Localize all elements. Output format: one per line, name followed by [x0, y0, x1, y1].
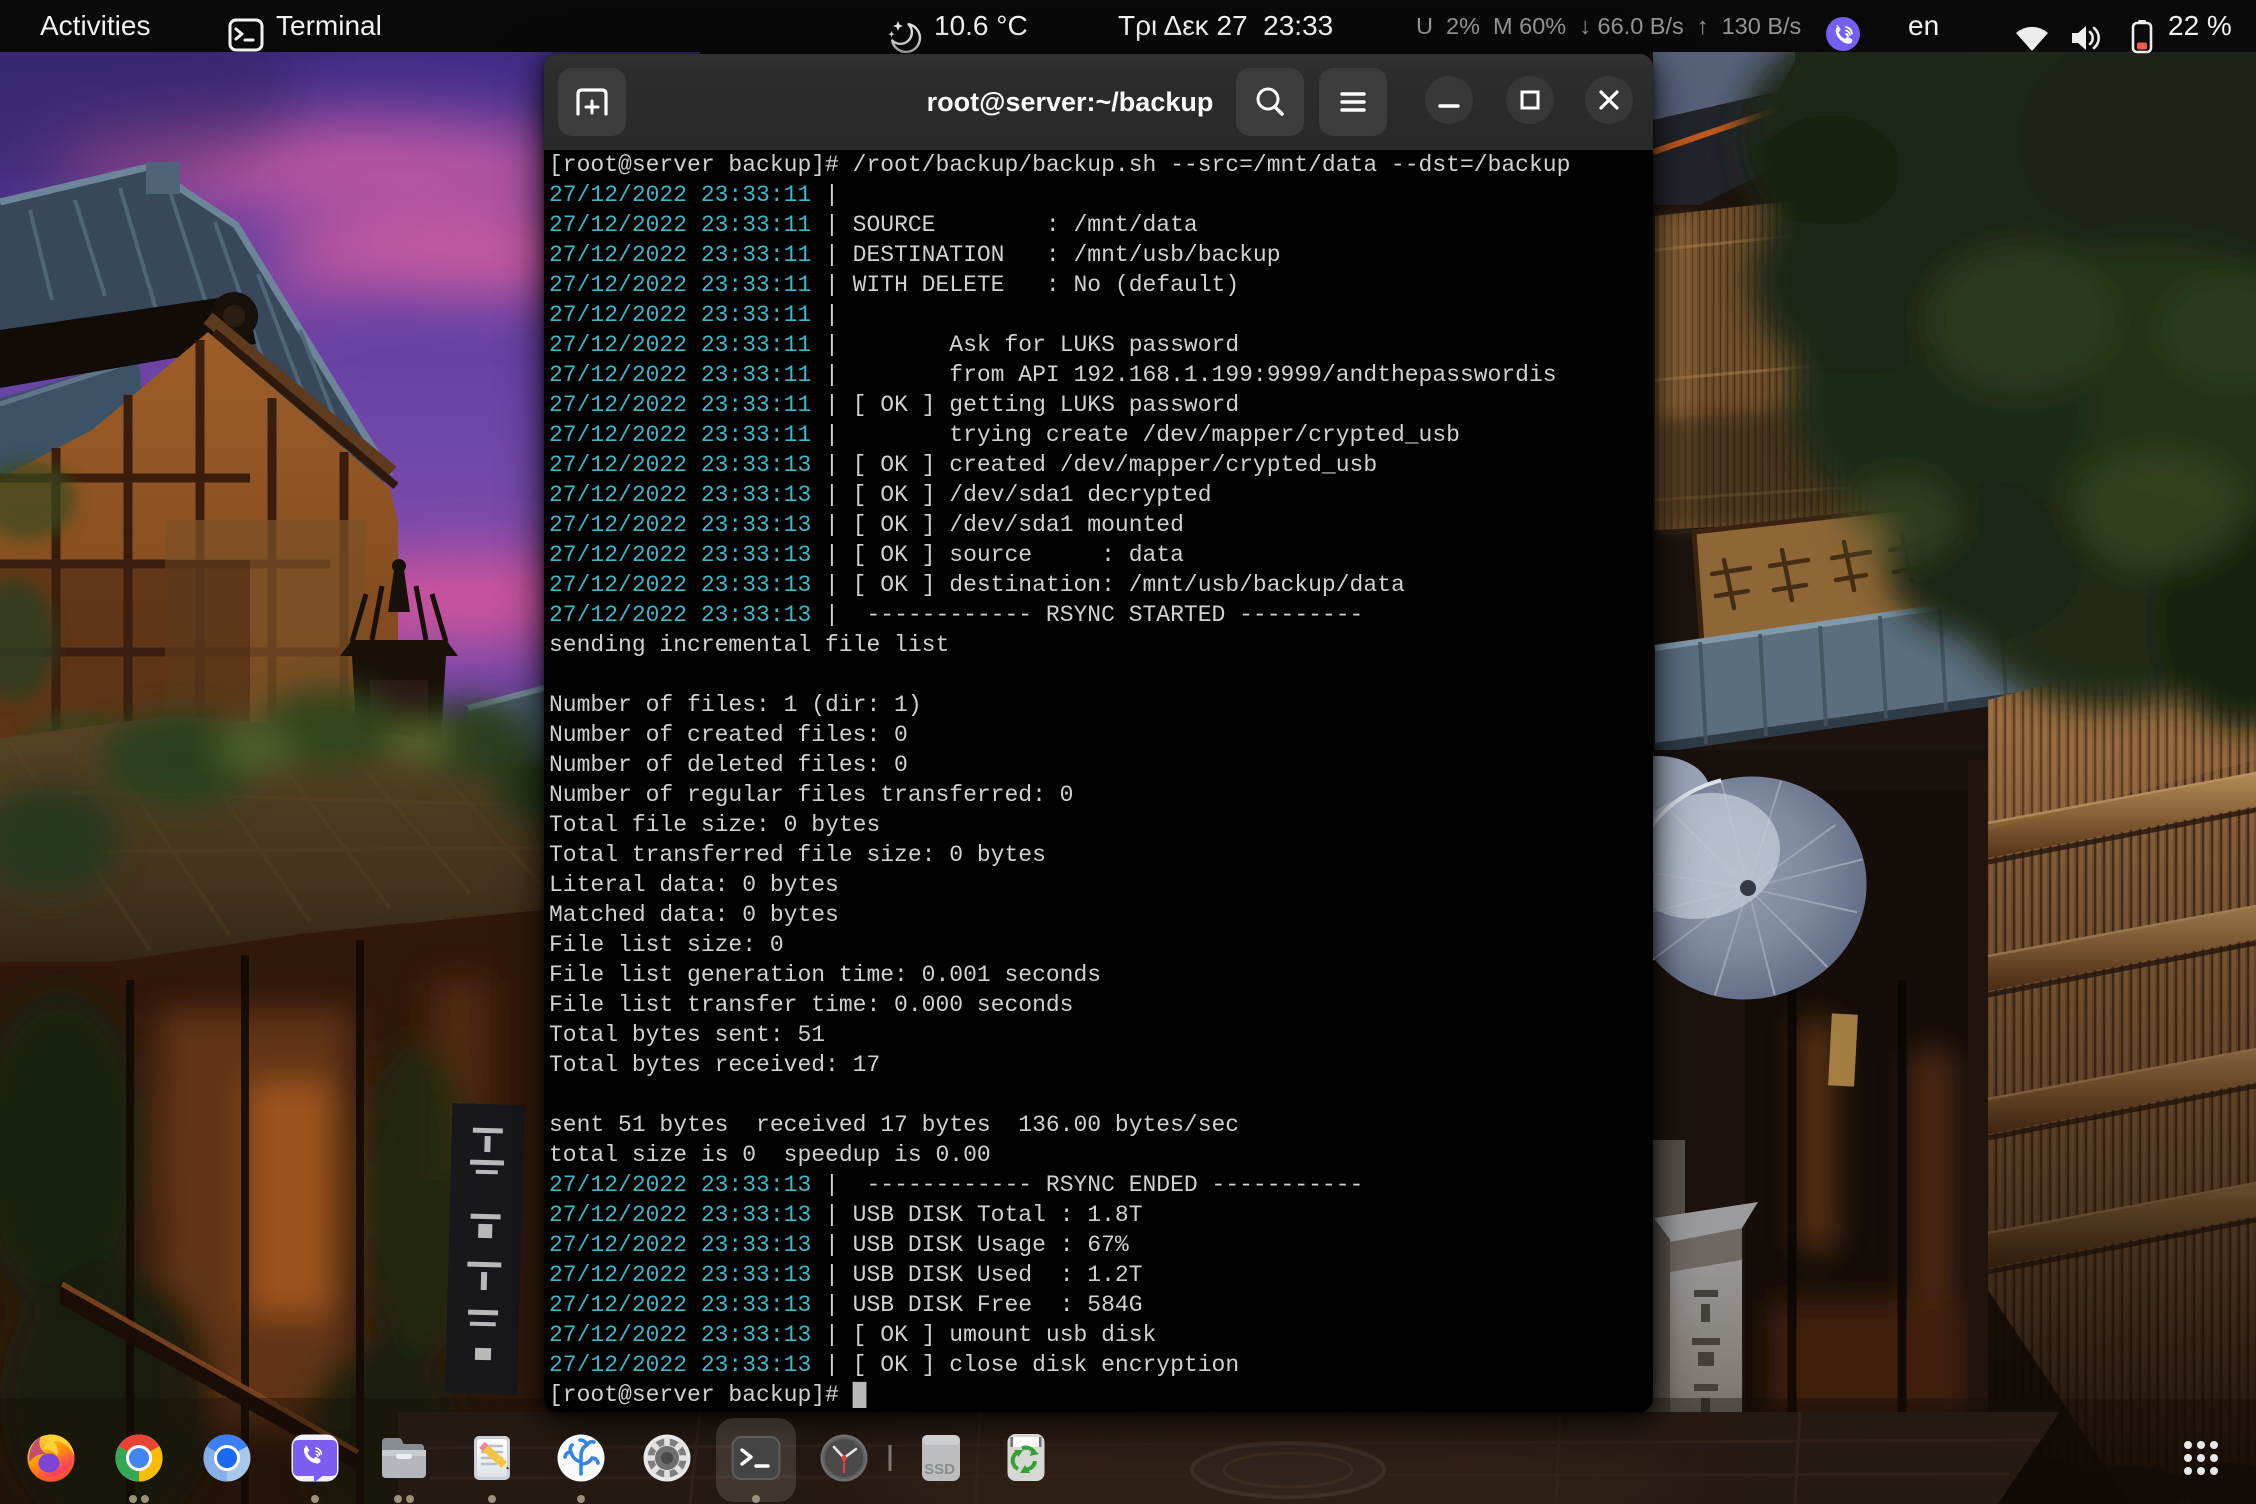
svg-text:SSD: SSD	[924, 1461, 955, 1478]
